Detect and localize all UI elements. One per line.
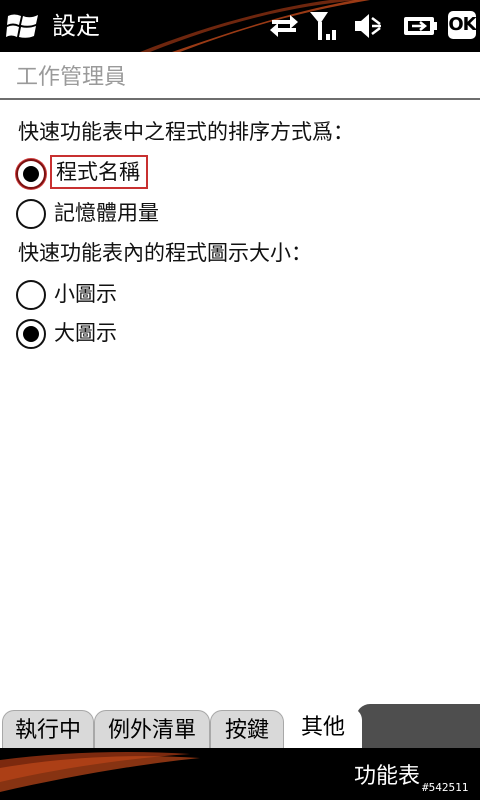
radio-small-icons[interactable]: 小圖示 [16, 279, 316, 313]
radio-sort-by-name[interactable]: 程式名稱 [16, 155, 316, 192]
windows-start-icon[interactable] [6, 10, 40, 42]
radio-label-memory-usage[interactable]: 記憶體用量 [54, 198, 159, 228]
radio-sort-by-memory[interactable]: 記憶體用量 [16, 198, 316, 232]
radio-label-large-icons[interactable]: 大圖示 [54, 318, 117, 348]
app-title: 設定 [52, 12, 100, 40]
ok-button[interactable]: OK [448, 11, 477, 39]
tab-exclusion-list[interactable]: 例外清單 [94, 710, 210, 748]
softkey-bar: 功能表 [0, 748, 480, 800]
tab-strip: 執行中 例外清單 按鍵 其他 [0, 704, 480, 748]
tab-buttons[interactable]: 按鍵 [210, 710, 284, 748]
radio-button-selected[interactable] [16, 159, 46, 189]
radio-button[interactable] [16, 280, 46, 310]
page-title: 工作管理員 [16, 65, 127, 90]
sort-order-label: 快速功能表中之程式的排序方式爲： [18, 120, 354, 144]
header-divider [0, 98, 480, 100]
icon-size-label: 快速功能表內的程式圖示大小： [18, 241, 312, 265]
radio-label-small-icons[interactable]: 小圖示 [54, 279, 117, 309]
tab-running[interactable]: 執行中 [2, 710, 94, 748]
menu-softkey[interactable]: 功能表 [354, 762, 420, 792]
radio-button-selected[interactable] [16, 319, 46, 349]
radio-label-program-name[interactable]: 程式名稱 [50, 155, 148, 189]
radio-button[interactable] [16, 199, 46, 229]
data-transfer-icon[interactable] [268, 10, 300, 42]
radio-large-icons[interactable]: 大圖示 [16, 318, 316, 352]
tab-other[interactable]: 其他 [284, 708, 362, 748]
volume-muted-icon[interactable] [352, 10, 384, 42]
battery-charging-icon[interactable] [402, 10, 438, 42]
watermark: #542511 [422, 781, 469, 794]
status-bar: 設定 OK [0, 0, 480, 52]
signal-strength-icon[interactable] [308, 10, 338, 42]
tab-strip-filler [356, 704, 480, 748]
